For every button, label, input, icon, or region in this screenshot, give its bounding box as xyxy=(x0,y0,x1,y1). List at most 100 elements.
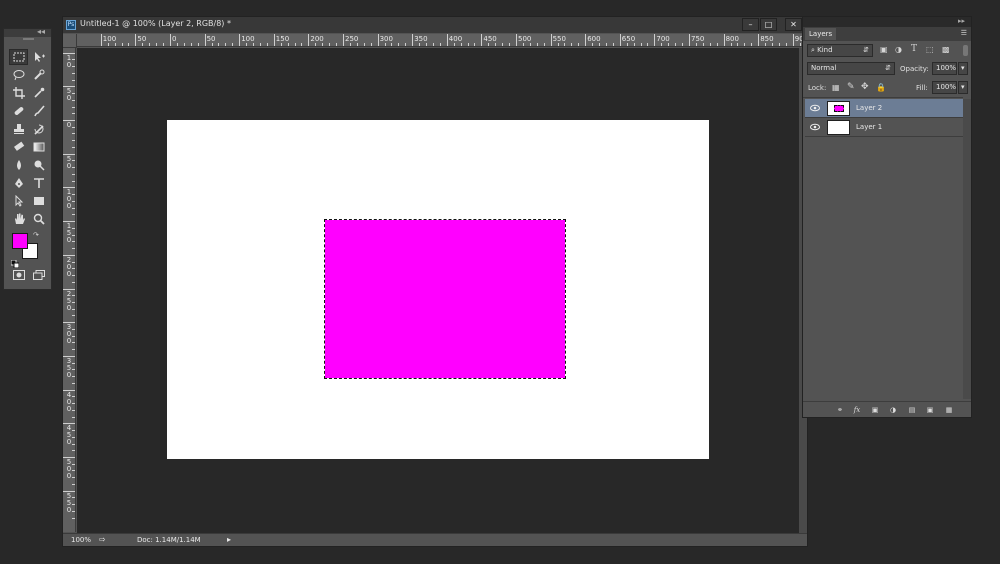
lock-position-icon[interactable]: ✥ xyxy=(861,82,869,92)
crop-tool-icon[interactable] xyxy=(9,85,28,101)
ruler-label: 50 xyxy=(137,35,147,43)
layer-name[interactable]: Layer 2 xyxy=(856,104,882,112)
filter-kind-select[interactable]: ⌕ Kind ⇵ xyxy=(807,44,873,57)
filter-toggle[interactable] xyxy=(963,45,968,56)
blend-mode-select[interactable]: Normal ⇵ xyxy=(807,62,895,75)
layer-row-layer-1[interactable]: Layer 1 xyxy=(805,118,963,137)
layer-row-layer-2[interactable]: Layer 2 xyxy=(805,99,963,118)
filter-shape-icon[interactable]: ⬚ xyxy=(926,45,934,54)
new-layer-icon[interactable]: ▣ xyxy=(925,406,935,414)
ruler-minor-tick xyxy=(72,430,75,432)
tab-layers[interactable]: Layers xyxy=(805,28,837,40)
swap-colors-icon[interactable]: ↷ xyxy=(33,231,39,239)
ruler-label: 500 xyxy=(518,35,532,43)
brush-tool-icon[interactable] xyxy=(29,103,48,119)
document-title[interactable]: Untitled-1 @ 100% (Layer 2, RGB/8) * xyxy=(80,19,231,28)
ruler-minor-tick xyxy=(72,443,75,445)
ruler-minor-tick xyxy=(322,43,324,46)
fill-dropdown-icon[interactable]: ▾ xyxy=(958,81,968,94)
lock-all-icon[interactable]: 🔒 xyxy=(876,83,886,92)
opacity-input[interactable]: 100% xyxy=(932,62,957,75)
type-tool-icon[interactable] xyxy=(29,175,48,191)
eraser-tool-icon[interactable] xyxy=(9,139,28,155)
ruler-label: 400 xyxy=(448,35,463,43)
ruler-minor-tick xyxy=(460,43,462,46)
magenta-rectangle-selection[interactable] xyxy=(324,219,566,379)
ruler-minor-tick xyxy=(453,43,455,46)
canvas-area[interactable] xyxy=(77,48,799,533)
status-menu-arrow-icon[interactable]: ▸ xyxy=(227,535,231,544)
toolbox-header[interactable]: ◂◂ xyxy=(4,27,51,37)
pen-tool-icon[interactable] xyxy=(9,175,28,191)
ruler-label: 0 xyxy=(66,121,72,129)
lock-transparent-icon[interactable]: ▦ xyxy=(832,83,840,92)
hand-tool-icon[interactable] xyxy=(9,211,28,227)
toolbox-grip-bar[interactable] xyxy=(23,38,34,40)
ruler-minor-tick xyxy=(72,167,75,169)
move-tool-icon[interactable] xyxy=(29,49,48,65)
trash-icon[interactable]: ▦ xyxy=(944,406,954,414)
dodge-tool-icon[interactable] xyxy=(29,157,48,173)
collapse-icon[interactable]: ◂◂ xyxy=(37,27,45,36)
filter-pixel-icon[interactable]: ▣ xyxy=(880,45,888,54)
vertical-ruler[interactable]: 1 0 5 0 0 5 0 1 0 0 1 5 0 2 0 0 2 5 0 3 0 0 3 5 0… xyxy=(63,48,76,532)
blur-tool-icon[interactable] xyxy=(9,157,28,173)
document-canvas[interactable] xyxy=(167,120,709,459)
lasso-tool-icon[interactable] xyxy=(9,67,28,83)
panel-header[interactable]: ▸▸ xyxy=(803,17,971,27)
quick-selection-tool-icon[interactable] xyxy=(29,67,48,83)
collapse-panel-icon[interactable]: ▸▸ xyxy=(958,17,965,25)
eyedropper-tool-icon[interactable] xyxy=(29,85,48,101)
zoom-tool-icon[interactable] xyxy=(29,211,48,227)
opacity-dropdown-icon[interactable]: ▾ xyxy=(958,62,968,75)
ruler-minor-tick xyxy=(163,43,165,46)
zoom-level[interactable]: 100% xyxy=(71,536,91,544)
fill-input[interactable]: 100% xyxy=(932,81,957,94)
ruler-minor-tick xyxy=(72,295,75,297)
share-icon[interactable]: ⇨ xyxy=(99,535,106,544)
lock-pixels-icon[interactable]: ✎ xyxy=(847,82,855,92)
screen-mode-icon[interactable] xyxy=(29,267,48,283)
ruler-minor-tick xyxy=(661,43,663,46)
group-icon[interactable]: ▤ xyxy=(907,406,917,414)
marquee-tool-icon[interactable] xyxy=(9,49,28,65)
layers-scrollbar[interactable] xyxy=(963,99,971,399)
maximize-button[interactable]: □ xyxy=(760,18,777,31)
ruler-major-tick xyxy=(170,34,171,46)
gradient-tool-icon[interactable] xyxy=(29,139,48,155)
visibility-eye-icon[interactable] xyxy=(810,123,820,131)
document-tab[interactable]: Ps Untitled-1 @ 100% (Layer 2, RGB/8) * … xyxy=(63,17,807,33)
quick-mask-icon[interactable] xyxy=(9,267,28,283)
panel-menu-icon[interactable]: ☰ xyxy=(961,29,967,37)
mask-icon[interactable]: ▣ xyxy=(870,406,880,414)
adjustment-icon[interactable]: ◑ xyxy=(888,406,898,414)
foreground-color-front[interactable] xyxy=(12,233,28,249)
ruler-minor-tick xyxy=(72,59,75,61)
filter-type-icon[interactable]: T xyxy=(911,44,917,54)
link-icon[interactable]: ⚭ xyxy=(835,406,845,414)
filter-smart-object-icon[interactable]: ▩ xyxy=(942,45,950,54)
clone-stamp-tool-icon[interactable] xyxy=(9,121,28,137)
ruler-minor-tick xyxy=(183,43,185,46)
ruler-corner[interactable] xyxy=(63,34,77,48)
ruler-minor-tick xyxy=(778,43,780,46)
ruler-minor-tick xyxy=(716,43,718,46)
healing-brush-tool-icon[interactable] xyxy=(9,103,28,119)
rectangle-tool-icon[interactable] xyxy=(29,193,48,209)
layer-name[interactable]: Layer 1 xyxy=(856,123,882,131)
fx-icon[interactable]: fx xyxy=(852,406,862,414)
ruler-minor-tick xyxy=(232,43,234,46)
close-button[interactable]: ✕ xyxy=(785,18,802,31)
ruler-major-tick xyxy=(100,34,102,46)
ruler-minor-tick xyxy=(349,43,351,46)
ruler-minor-tick xyxy=(72,160,75,162)
ruler-minor-tick xyxy=(72,173,75,175)
ruler-major-tick xyxy=(516,34,517,46)
minimize-button[interactable]: – xyxy=(742,18,759,31)
path-selection-tool-icon[interactable] xyxy=(9,193,28,209)
horizontal-ruler[interactable]: 100 50 0 50 100 150 200 250 300 350 400 450 500 550 60… xyxy=(77,34,807,47)
history-brush-tool-icon[interactable] xyxy=(29,121,48,137)
default-colors-icon[interactable] xyxy=(10,253,20,269)
visibility-eye-icon[interactable] xyxy=(810,104,820,112)
filter-adjustment-icon[interactable]: ◑ xyxy=(895,45,902,54)
